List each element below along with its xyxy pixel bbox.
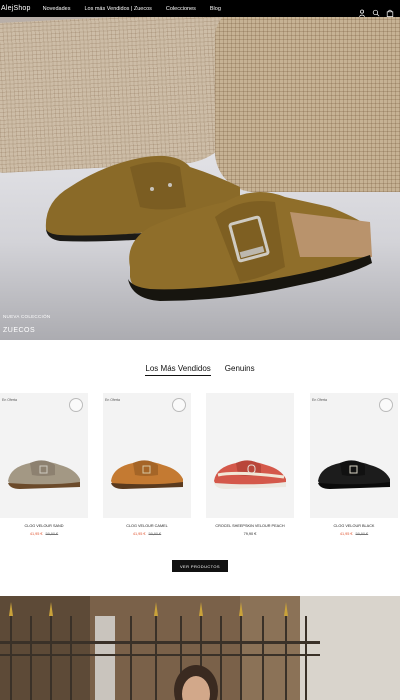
hero-title[interactable]: ZUECOS [3,327,35,334]
nav-item-blog[interactable]: Blog [210,6,221,12]
sale-tag: En Oferta [312,398,327,402]
original-price: 59,90 € [45,532,59,536]
product-info: CROCEL SHEEPSKIN VELOUR PEACH 79,90 € [206,524,294,536]
product-card[interactable]: En Oferta [310,393,398,518]
clog-image [214,460,286,489]
nav-item-mas-vendidos[interactable]: Los más Vendidos | Zuecos [84,6,151,12]
certification-seal-icon [172,398,186,412]
certification-seal-icon [69,398,83,412]
product-card[interactable]: En Oferta [0,393,88,518]
product-name[interactable]: CROCEL SHEEPSKIN VELOUR PEACH [206,524,294,528]
main-nav: Novedades Los más Vendidos | Zuecos Cole… [43,6,221,12]
bottom-banner[interactable] [0,596,400,700]
view-products-button[interactable]: VER PRODUCTOS [172,560,228,572]
top-header: AlejShop Novedades Los más Vendidos | Zu… [0,0,400,17]
clog-image [8,460,80,489]
hero-banner[interactable]: NUEVA COLECCIÓN ZUECOS [0,17,400,340]
product-card[interactable]: En Oferta [103,393,191,518]
nav-item-colecciones[interactable]: Colecciones [166,6,196,12]
product-name[interactable]: CLOG VELOUR BLACK [310,524,398,528]
certification-seal-icon [379,398,393,412]
product-name[interactable]: CLOG VELOUR CAMEL [103,524,191,528]
sale-tag: En Oferta [2,398,17,402]
clog-image [111,460,183,489]
sale-price: 41,95 € [132,532,146,536]
original-price: 59,90 € [355,532,369,536]
hero-subtitle: NUEVA COLECCIÓN [3,314,51,319]
site-logo[interactable]: AlejShop [1,5,31,12]
product-card[interactable] [206,393,294,518]
product-info: CLOG VELOUR SAND 41,95 €59,90 € [0,524,88,536]
tab-genuins[interactable]: Genuins [225,364,255,376]
sale-tag: En Oferta [105,398,120,402]
product-name[interactable]: CLOG VELOUR SAND [0,524,88,528]
tab-los-mas-vendidos[interactable]: Los Más Vendidos [145,364,211,376]
nav-item-novedades[interactable]: Novedades [43,6,71,12]
sale-price: 41,95 € [29,532,43,536]
product-info: CLOG VELOUR BLACK 41,95 €59,90 € [310,524,398,536]
product-price: 79,90 € [243,532,257,536]
balcony-photo [0,596,400,700]
product-tabs: Los Más Vendidos Genuins [0,364,400,376]
original-price: 59,90 € [148,532,162,536]
hero-clogs-image [45,155,372,301]
product-grid: En Oferta En Oferta En Oferta [0,393,400,518]
product-info: CLOG VELOUR CAMEL 41,95 €59,90 € [103,524,191,536]
sale-price: 41,95 € [339,532,353,536]
clog-image [318,460,390,489]
